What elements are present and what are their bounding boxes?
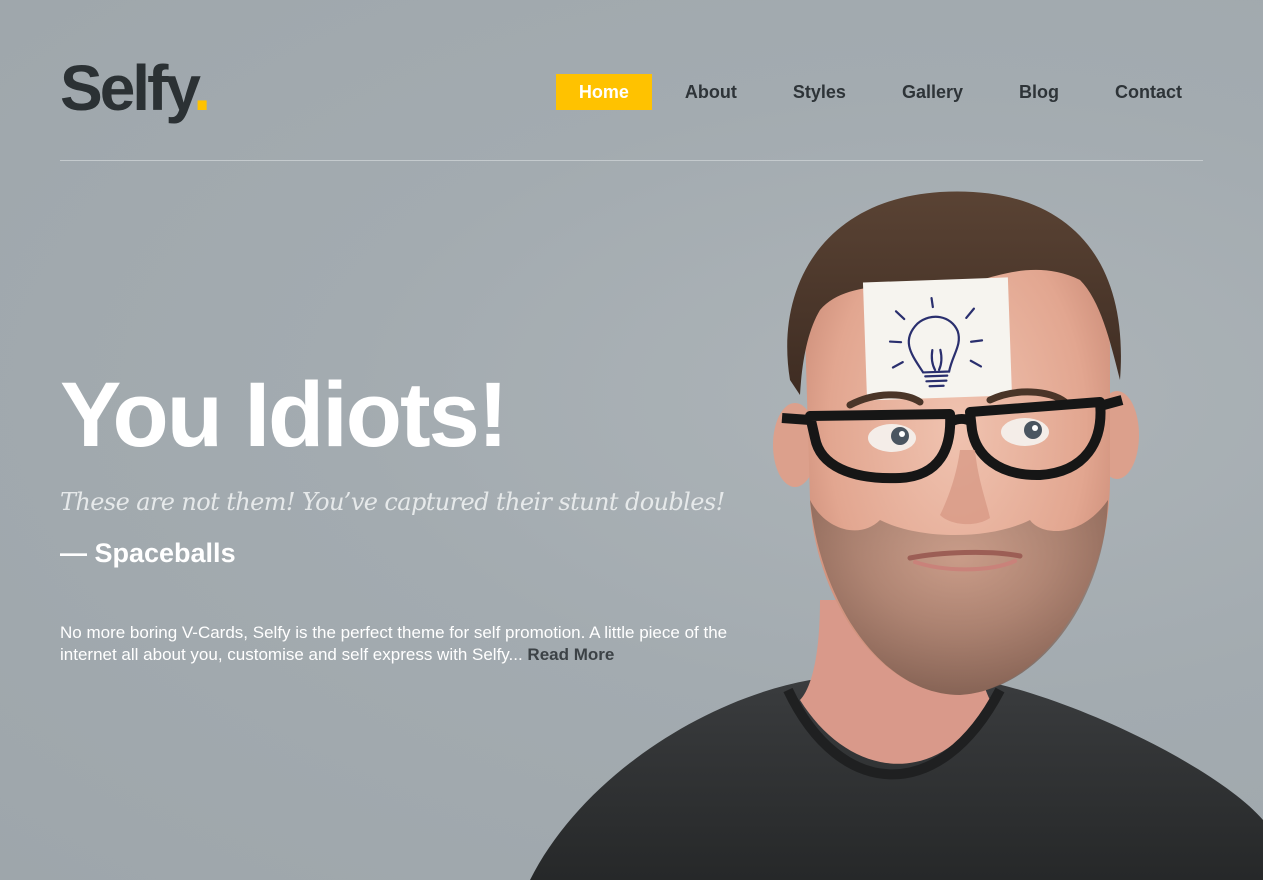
read-more-link[interactable]: Read More: [527, 645, 614, 664]
nav-item-styles[interactable]: Styles: [770, 74, 869, 110]
header-divider: [60, 160, 1203, 161]
hero-intro: No more boring V-Cards, Selfy is the per…: [60, 622, 780, 666]
intro-text: No more boring V-Cards, Selfy is the per…: [60, 623, 728, 664]
site-logo[interactable]: Selfy.: [60, 48, 211, 128]
quote-author: — Spaceballs: [60, 538, 236, 568]
nav-item-blog[interactable]: Blog: [996, 74, 1082, 110]
portrait-image: [530, 191, 1263, 880]
nav-item-contact[interactable]: Contact: [1092, 74, 1205, 110]
logo-text: Selfy: [60, 52, 196, 124]
hero-headline: You Idiots!: [60, 364, 508, 466]
nav-item-gallery[interactable]: Gallery: [879, 74, 986, 110]
hero-page: Selfy. Home About Styles Gallery Blog Co…: [0, 0, 1263, 880]
logo-dot: .: [193, 52, 211, 124]
main-nav: Home About Styles Gallery Blog Contact: [555, 74, 1205, 110]
nav-item-home[interactable]: Home: [555, 74, 652, 110]
hero-quote: These are not them! You’ve captured thei…: [60, 488, 725, 516]
nav-item-about[interactable]: About: [662, 74, 760, 110]
